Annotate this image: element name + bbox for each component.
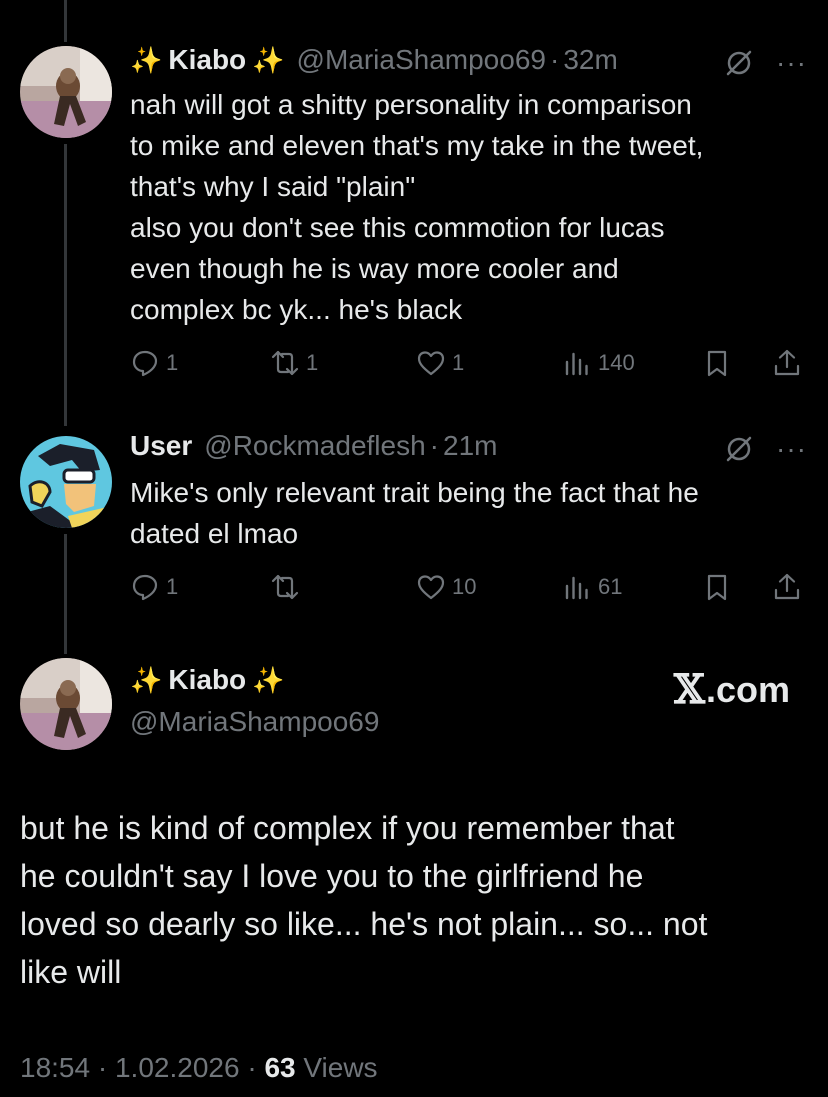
sparkle-icon: ✨: [252, 664, 285, 695]
repost-button[interactable]: 1: [270, 348, 318, 378]
share-button[interactable]: [772, 348, 802, 378]
repost-icon: [271, 350, 299, 376]
reply-count: 1: [166, 350, 179, 375]
thread-line-1: [64, 144, 67, 426]
share-button[interactable]: [772, 572, 802, 602]
sparkle-icon: ✨: [130, 664, 163, 695]
tweet1-header: ✨ Kiabo ✨ @MariaShampoo69 · 32m: [130, 44, 618, 76]
main-line: like will: [20, 954, 122, 990]
more-options-icon[interactable]: ···: [776, 435, 807, 463]
tweet1-line: also you don't see this commotion for lu…: [130, 212, 665, 243]
main-line: he couldn't say I love you to the girlfr…: [20, 858, 644, 894]
tweet2-actions: 1 10 61: [130, 572, 810, 612]
views-button[interactable]: 61: [562, 572, 622, 602]
like-count: 1: [452, 350, 465, 375]
view-count: 63: [264, 1052, 296, 1083]
avatar-user[interactable]: [20, 436, 112, 528]
main-line: but he is kind of complex if you remembe…: [20, 810, 675, 846]
like-button[interactable]: 10: [416, 572, 476, 602]
main-line: loved so dearly so like... he's not plai…: [20, 906, 708, 942]
reply-button[interactable]: 1: [130, 348, 178, 378]
views-chart-icon: [565, 576, 588, 600]
main-handle[interactable]: @MariaShampoo69: [130, 706, 379, 738]
reply-icon: [132, 350, 158, 377]
main-tweet-text: but he is kind of complex if you remembe…: [20, 804, 810, 996]
bookmark-icon: [707, 574, 727, 601]
main-display-name[interactable]: Kiabo: [168, 664, 246, 696]
tweet2-timestamp[interactable]: 21m: [443, 430, 497, 462]
bookmark-button[interactable]: [702, 572, 732, 602]
tweet2-text: Mike's only relevant trait being the fac…: [130, 472, 810, 554]
views-button[interactable]: 140: [562, 348, 635, 378]
x-com-watermark: 𝕏 .com: [674, 666, 790, 713]
separator-dot: ·: [97, 1052, 108, 1083]
separator-dot: ·: [429, 430, 439, 461]
tweet2-header: User @Rockmadeflesh · 21m: [130, 430, 497, 462]
tweet1-header-icons: ···: [724, 48, 807, 78]
tweet2-line: dated el lmao: [130, 518, 299, 549]
tweet1-line: even though he is way more cooler and: [130, 253, 619, 284]
main-handle-row: @MariaShampoo69: [130, 706, 379, 738]
views-count: 61: [598, 574, 623, 599]
post-date[interactable]: 1.02.2026: [115, 1052, 240, 1083]
views-chart-icon: [565, 352, 588, 376]
tweet1-display-name[interactable]: Kiabo: [168, 44, 246, 76]
share-icon: [774, 349, 800, 376]
tweet1-line: to mike and eleven that's my take in the…: [130, 130, 704, 161]
like-count: 10: [452, 574, 477, 599]
more-options-icon[interactable]: ···: [776, 49, 807, 77]
heart-icon: [417, 575, 445, 600]
tweet1-actions: 1 1 1 140: [130, 348, 810, 388]
reply-count: 1: [166, 574, 179, 599]
bookmark-button[interactable]: [702, 348, 732, 378]
repost-icon: [271, 574, 299, 600]
reply-button[interactable]: 1: [130, 572, 178, 602]
tweet1-line: that's why I said "plain": [130, 171, 416, 202]
separator-dot: ·: [247, 1052, 257, 1083]
main-tweet-meta: 18:54 · 1.02.2026 · 63 Views: [20, 1052, 378, 1084]
repost-count: 1: [306, 350, 319, 375]
separator-dot: ·: [549, 44, 560, 75]
x-logo-icon: 𝕏: [673, 666, 705, 713]
grok-icon[interactable]: [724, 48, 754, 78]
grok-icon[interactable]: [724, 434, 754, 464]
repost-button[interactable]: [270, 572, 306, 602]
tweet2-handle[interactable]: @Rockmadeflesh: [204, 430, 425, 462]
views-label: Views: [303, 1052, 378, 1083]
watermark-domain: .com: [705, 668, 790, 710]
avatar-kiabo-main[interactable]: [20, 658, 112, 750]
tweet2-display-name[interactable]: User: [130, 430, 192, 462]
sparkle-icon: ✨: [252, 44, 285, 75]
tweet2-header-icons: ···: [724, 434, 807, 464]
post-time[interactable]: 18:54: [20, 1052, 90, 1083]
tweet2-line: Mike's only relevant trait being the fac…: [130, 477, 699, 508]
reply-icon: [132, 574, 158, 601]
bookmark-icon: [707, 350, 727, 377]
tweet1-text: nah will got a shitty personality in com…: [130, 84, 810, 330]
like-button[interactable]: 1: [416, 348, 464, 378]
sparkle-icon: ✨: [130, 44, 163, 75]
share-icon: [774, 573, 800, 600]
heart-icon: [417, 351, 445, 376]
thread-line-2: [64, 534, 67, 654]
avatar-kiabo[interactable]: [20, 46, 112, 138]
views-count: 140: [598, 350, 635, 375]
tweet1-line: complex bc yk... he's black: [130, 294, 463, 325]
tweet1-timestamp[interactable]: 32m: [563, 44, 617, 76]
tweet1-handle[interactable]: @MariaShampoo69: [297, 44, 546, 76]
main-header: ✨ Kiabo ✨: [130, 664, 285, 696]
tweet1-line: nah will got a shitty personality in com…: [130, 89, 692, 120]
thread-line-top: [64, 0, 67, 42]
